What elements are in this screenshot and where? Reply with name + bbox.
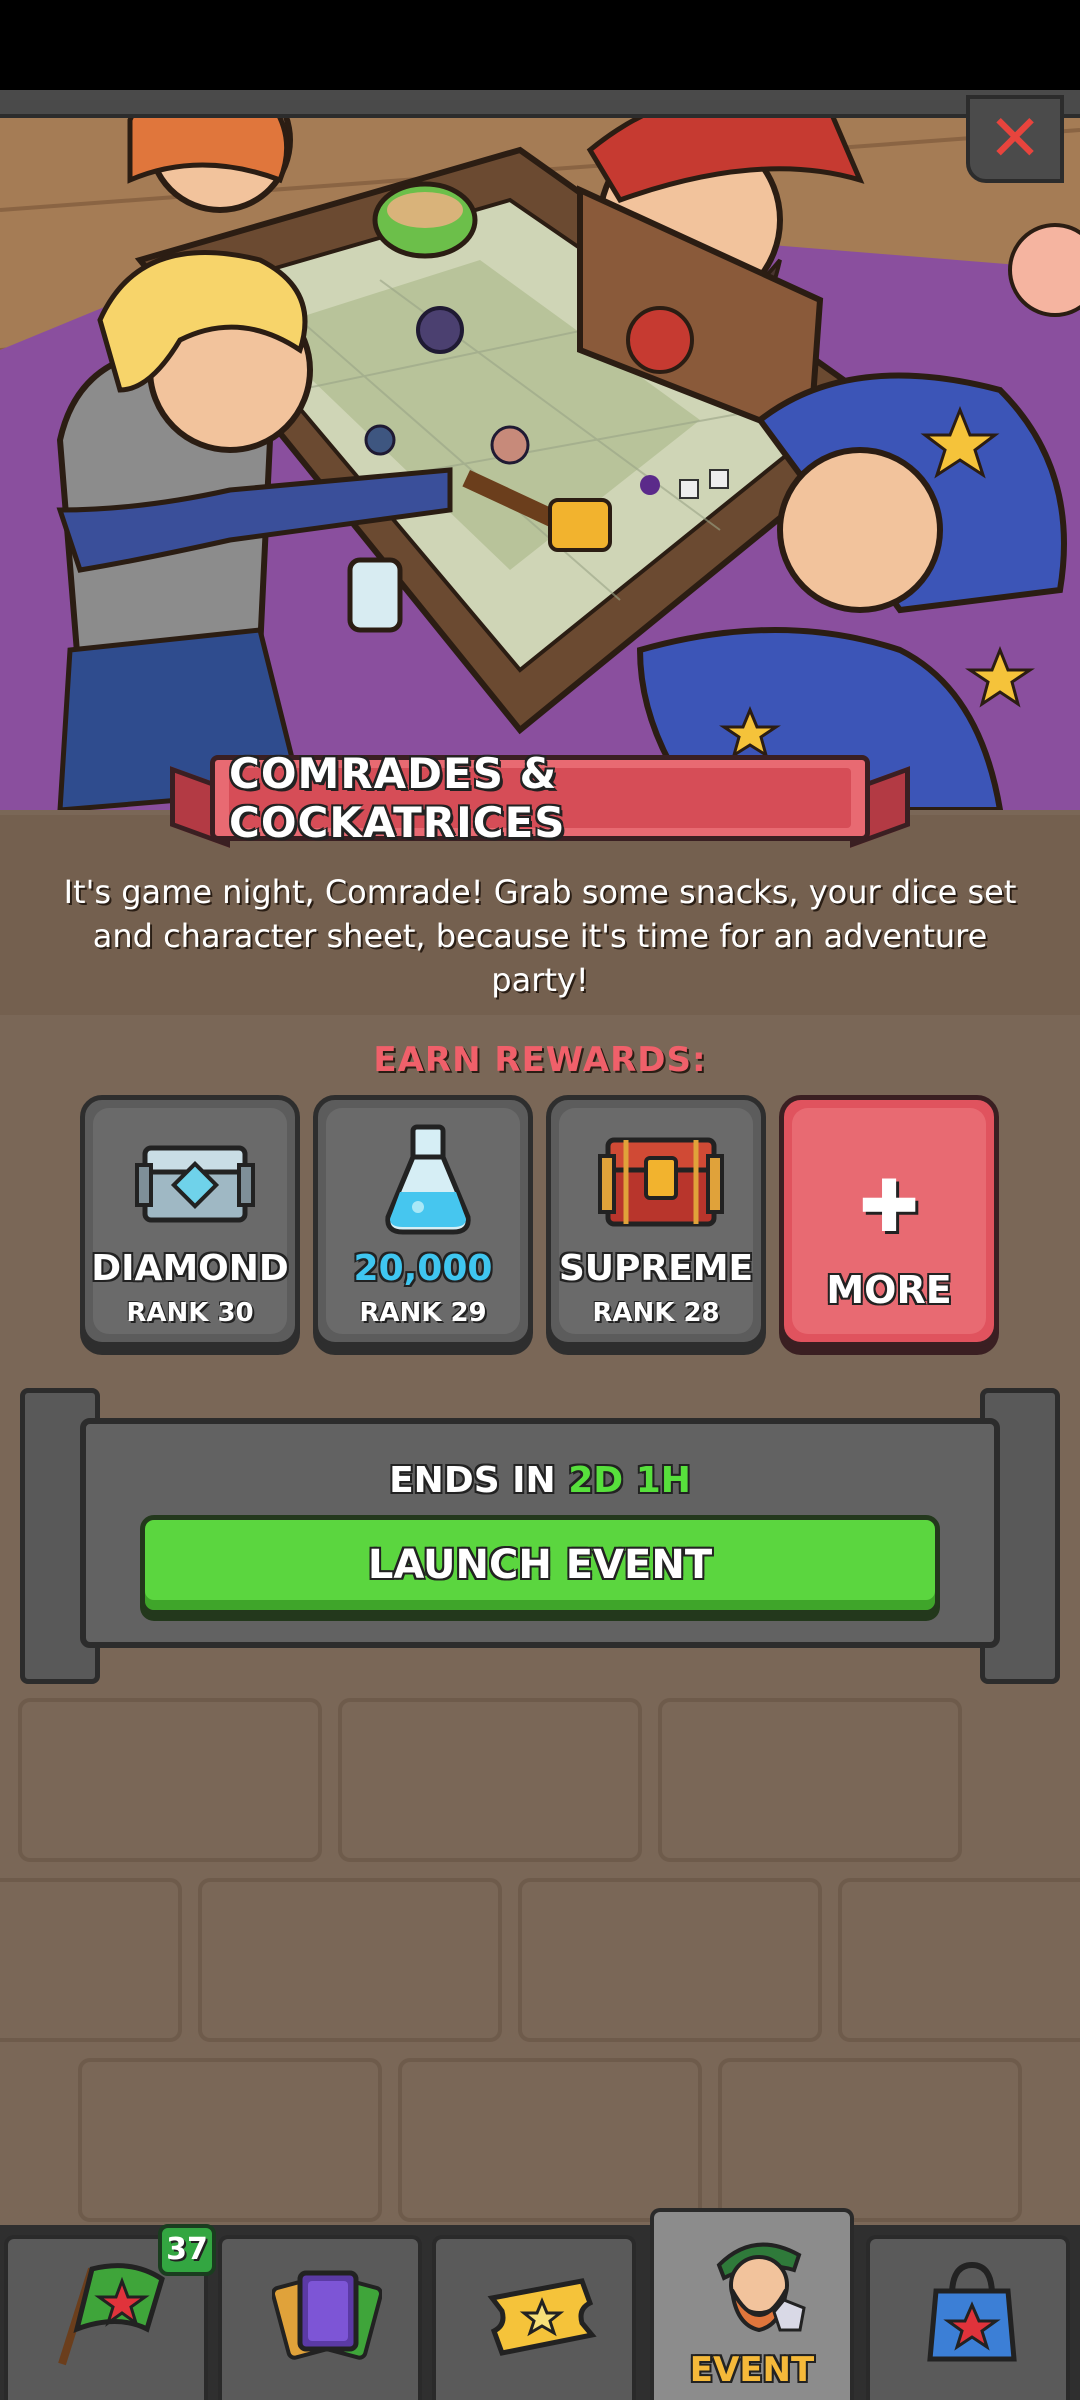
close-button[interactable]: ✕ [966, 95, 1064, 183]
reward-name: DIAMOND [91, 1248, 289, 1289]
launch-event-label: LAUNCH EVENT [367, 1542, 713, 1588]
more-rewards-button[interactable]: ✚ MORE [779, 1095, 999, 1347]
reward-name: SUPREME [558, 1248, 754, 1289]
reward-rank: RANK 29 [359, 1298, 487, 1328]
event-title-ribbon: COMRADES & COCKATRICES [170, 749, 910, 848]
event-description: It's game night, Comrade! Grab some snac… [63, 873, 1017, 999]
close-icon: ✕ [988, 102, 1042, 176]
reward-card-diamond[interactable]: DIAMOND RANK 30 [80, 1095, 300, 1347]
earn-rewards-label: EARN REWARDS: [373, 1040, 707, 1080]
status-bar [0, 0, 1080, 90]
event-title: COMRADES & COCKATRICES [229, 749, 566, 847]
nav-tab-event-label: EVENT [689, 2350, 815, 2390]
brick-wall-background [0, 1698, 1080, 2222]
supreme-chest-icon [598, 1137, 724, 1227]
rewards-row: DIAMOND RANK 30 20,000 RANK 29 SUPREME R… [80, 1095, 1000, 1355]
nav-tab-shop[interactable] [866, 2235, 1070, 2400]
reward-name: 20,000 [353, 1248, 493, 1289]
nav-tab-event[interactable]: EVENT [650, 2208, 854, 2400]
launch-event-button[interactable]: LAUNCH EVENT [140, 1515, 940, 1615]
nav-tab-cards[interactable] [218, 2235, 422, 2400]
event-wizard-icon [716, 2242, 806, 2333]
notification-badge: 37 [158, 2224, 216, 2276]
ticket-icon [487, 2278, 597, 2356]
reward-card-potion[interactable]: 20,000 RANK 29 [313, 1095, 533, 1347]
plus-icon: ✚ [858, 1164, 920, 1248]
diamond-chest-icon [135, 1145, 255, 1223]
potion-flask-icon [385, 1124, 471, 1235]
reward-card-supreme[interactable]: SUPREME RANK 28 [546, 1095, 766, 1347]
event-hero-illustration [0, 90, 1080, 810]
ends-in-time: 2D 1H [568, 1460, 691, 1501]
cards-icon [272, 2270, 382, 2360]
event-timer: ENDS IN 2D 1H [0, 1460, 1080, 1501]
reward-rank: RANK 30 [126, 1298, 254, 1328]
hero-frame-top [0, 90, 1080, 118]
reward-rank: RANK 28 [592, 1298, 720, 1328]
more-label: MORE [826, 1268, 952, 1312]
ends-in-label: ENDS IN [389, 1460, 556, 1501]
flag-icon [58, 2263, 165, 2366]
shop-bag-icon [927, 2261, 1017, 2362]
nav-tab-tickets[interactable] [432, 2235, 636, 2400]
